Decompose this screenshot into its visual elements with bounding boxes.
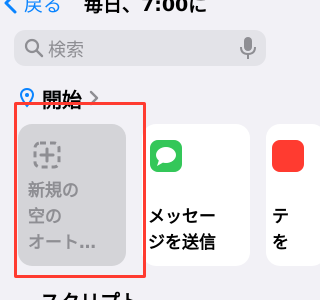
card-label-line: 新規の [28, 181, 79, 201]
location-pin-icon [20, 88, 34, 108]
search-icon [24, 38, 44, 58]
search-input[interactable]: 検索 [14, 30, 266, 66]
page-title: 毎日、7:00に [84, 0, 208, 16]
card-label-line: オート… [28, 233, 96, 253]
card-label-line: テ [272, 207, 289, 227]
chevron-left-icon [4, 0, 17, 14]
card-label-line: メッセー [148, 207, 216, 227]
card-label: メッセー ジを送信 [148, 204, 252, 256]
search-placeholder: 検索 [48, 40, 84, 61]
card-label-line: ジを送信 [148, 233, 216, 253]
chevron-right-icon [89, 90, 99, 106]
card-label-line: を [272, 233, 289, 253]
new-blank-automation-card[interactable]: 新規の 空の オート… [18, 124, 126, 266]
send-message-card[interactable]: メッセー ジを送信 [142, 124, 250, 266]
messages-app-icon [150, 140, 182, 172]
back-button[interactable]: 戻る [0, 0, 62, 18]
navigation-bar: 戻る 毎日、7:00に [0, 0, 280, 18]
card-label: 新規の 空の オート… [28, 178, 124, 256]
card-label: テ を [272, 204, 292, 256]
partial-action-card[interactable]: テ を [266, 124, 320, 266]
section-title: 開始 [42, 87, 82, 112]
next-section-title: スクリプト [40, 286, 140, 300]
card-label-line: 空の [28, 207, 62, 227]
back-label: 戻る [24, 0, 63, 16]
app-icon [272, 140, 304, 172]
speech-bubble-icon [156, 147, 176, 166]
microphone-icon[interactable] [240, 36, 256, 60]
add-action-icon [33, 141, 61, 169]
section-header-start[interactable]: 開始 [20, 86, 100, 112]
